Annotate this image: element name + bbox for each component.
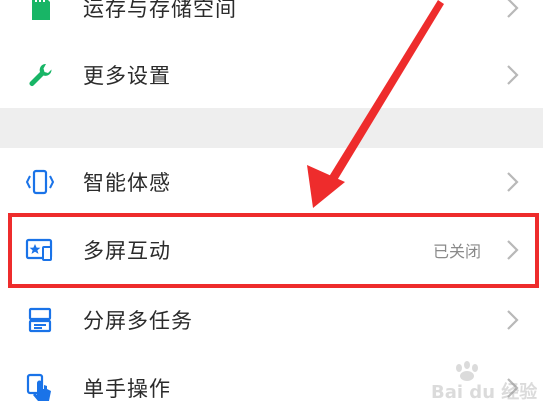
settings-item-smart-motion[interactable]: 智能体感 <box>0 148 543 215</box>
settings-item-label: 多屏互动 <box>83 239 171 263</box>
phone-motion-icon <box>22 164 58 200</box>
chevron-right-icon <box>507 65 519 85</box>
cast-screen-icon <box>22 232 58 268</box>
settings-item-label: 运存与存储空间 <box>83 0 237 21</box>
chevron-right-icon <box>507 240 519 260</box>
watermark-text: Bai du 经验 <box>431 381 537 403</box>
storage-icon <box>22 0 58 26</box>
baidu-watermark-logo: Bai du 经验 <box>431 361 537 403</box>
chevron-right-icon <box>507 171 519 192</box>
settings-item-label: 更多设置 <box>83 64 171 88</box>
one-hand-icon <box>22 370 58 406</box>
settings-screen: 运存与存储空间 更多设置 智能体感 多屏互动 已关闭 分屏多任务 单手操作 Ba… <box>0 0 543 408</box>
settings-item-storage[interactable]: 运存与存储空间 <box>0 0 543 43</box>
wrench-icon <box>22 57 58 93</box>
settings-item-more-settings[interactable]: 更多设置 <box>0 42 543 108</box>
settings-item-split-screen[interactable]: 分屏多任务 <box>0 285 543 355</box>
split-screen-icon <box>22 302 58 338</box>
settings-item-multi-screen[interactable]: 多屏互动 已关闭 <box>0 215 543 285</box>
settings-item-label: 单手操作 <box>83 377 171 401</box>
settings-item-label: 智能体感 <box>83 170 171 195</box>
status-value: 已关闭 <box>432 242 481 261</box>
settings-item-label: 分屏多任务 <box>83 309 193 333</box>
chevron-right-icon <box>507 310 519 330</box>
chevron-right-icon <box>507 0 519 18</box>
section-gap <box>0 108 543 148</box>
